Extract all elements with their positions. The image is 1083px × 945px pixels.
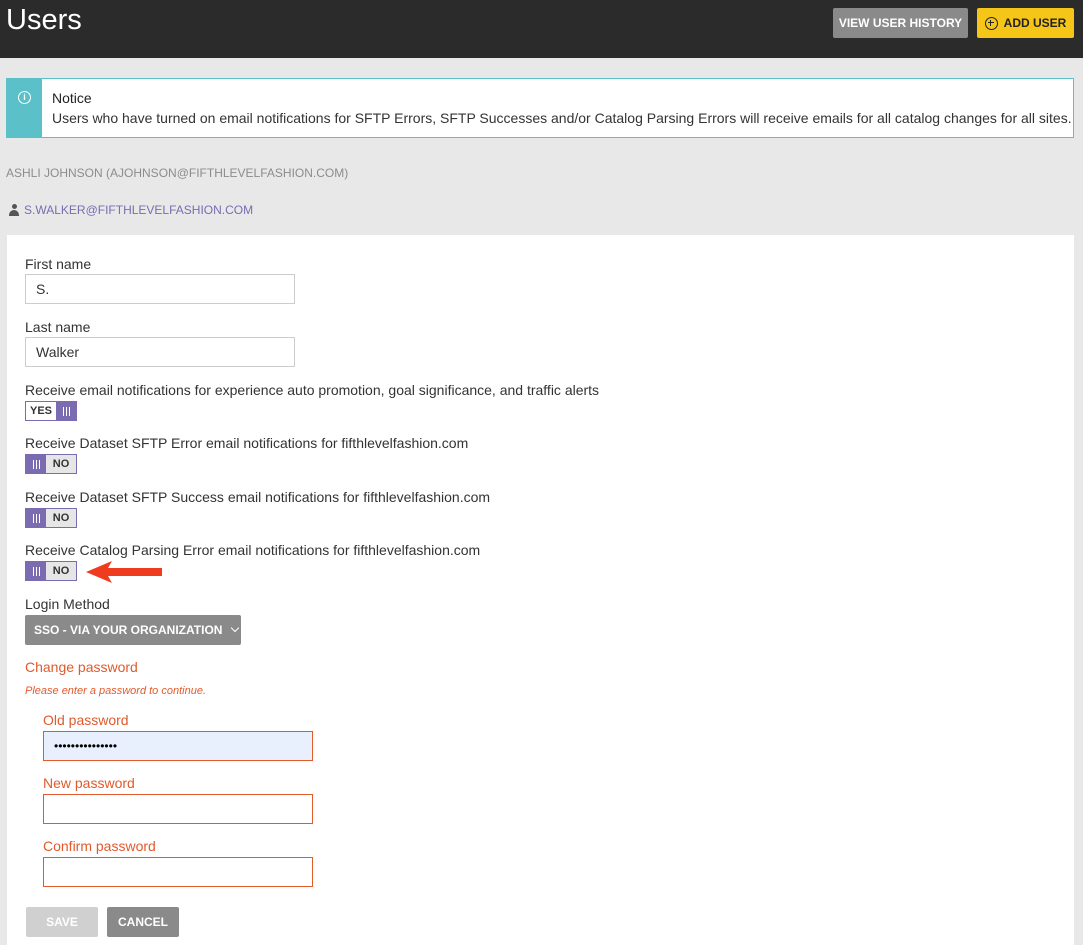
last-name-input[interactable] bbox=[25, 337, 295, 367]
login-method-value: SSO - VIA YOUR ORGANIZATION bbox=[34, 623, 223, 637]
old-password-label: Old password bbox=[43, 712, 129, 728]
new-password-label: New password bbox=[43, 775, 135, 791]
add-user-button[interactable]: ADD USER bbox=[977, 8, 1074, 38]
notice-banner: i Notice Users who have turned on email … bbox=[6, 78, 1074, 138]
alerts-notification-label: Receive email notifications for experien… bbox=[25, 382, 600, 398]
user-email-link[interactable]: S.WALKER@FIFTHLEVELFASHION.COM bbox=[8, 203, 253, 217]
view-user-history-button[interactable]: VIEW USER HISTORY bbox=[833, 8, 968, 38]
annotation-arrow-icon bbox=[86, 561, 162, 583]
add-user-label: ADD USER bbox=[1003, 16, 1067, 30]
first-name-label: First name bbox=[25, 256, 92, 272]
login-method-label: Login Method bbox=[25, 596, 110, 612]
notice-text: Users who have turned on email notificat… bbox=[52, 110, 1072, 126]
page-title: Users bbox=[6, 4, 82, 36]
password-warning: Please enter a password to continue. bbox=[25, 685, 207, 697]
sftp-success-notification-toggle[interactable]: NO bbox=[25, 508, 77, 528]
confirm-password-input[interactable] bbox=[43, 857, 313, 887]
cancel-button[interactable]: CANCEL bbox=[107, 907, 179, 937]
alerts-notification-toggle[interactable]: YES bbox=[25, 401, 77, 421]
last-name-label: Last name bbox=[25, 319, 91, 335]
toggle-state: YES bbox=[26, 402, 56, 420]
login-method-select[interactable]: SSO - VIA YOUR ORGANIZATION bbox=[25, 615, 241, 645]
toggle-state: NO bbox=[46, 509, 76, 527]
grip-icon bbox=[26, 509, 46, 527]
sftp-success-notification-label: Receive Dataset SFTP Success email notif… bbox=[25, 489, 491, 505]
notice-icon-bar: i bbox=[7, 79, 42, 137]
catalog-parsing-error-notification-toggle[interactable]: NO bbox=[25, 561, 77, 581]
first-name-input[interactable] bbox=[25, 274, 295, 304]
grip-icon bbox=[26, 455, 46, 473]
grip-icon bbox=[26, 562, 46, 580]
toggle-state: NO bbox=[46, 562, 76, 580]
user-email: S.WALKER@FIFTHLEVELFASHION.COM bbox=[24, 203, 254, 217]
change-password-title: Change password bbox=[25, 659, 138, 675]
info-icon: i bbox=[18, 91, 31, 104]
save-button[interactable]: SAVE bbox=[26, 907, 98, 937]
chevron-down-icon bbox=[231, 623, 240, 633]
top-bar: Users VIEW USER HISTORY ADD USER bbox=[0, 0, 1083, 58]
new-password-input[interactable] bbox=[43, 794, 313, 824]
sftp-error-notification-label: Receive Dataset SFTP Error email notific… bbox=[25, 435, 469, 451]
grip-icon bbox=[56, 402, 76, 420]
old-password-input[interactable] bbox=[43, 731, 313, 761]
catalog-parsing-error-notification-label: Receive Catalog Parsing Error email noti… bbox=[25, 542, 481, 558]
confirm-password-label: Confirm password bbox=[43, 838, 156, 854]
plus-circle-icon bbox=[984, 16, 998, 30]
toggle-state: NO bbox=[46, 455, 76, 473]
account-owner: ASHLI JOHNSON (AJOHNSON@FIFTHLEVELFASHIO… bbox=[6, 166, 349, 180]
sftp-error-notification-toggle[interactable]: NO bbox=[25, 454, 77, 474]
notice-title: Notice bbox=[52, 90, 92, 106]
user-icon bbox=[8, 204, 20, 216]
